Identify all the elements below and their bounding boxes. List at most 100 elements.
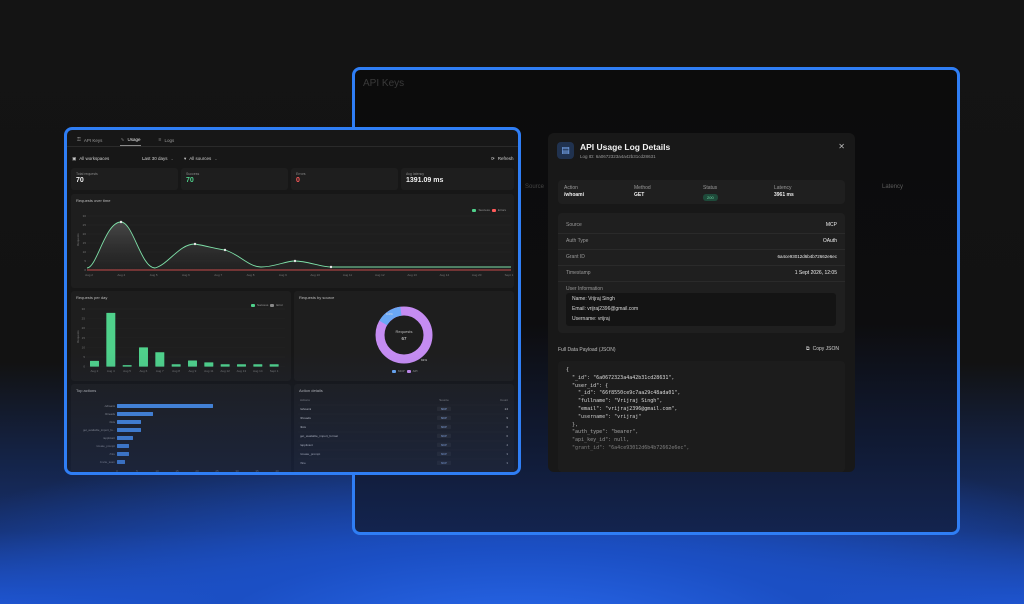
x-tick-label: Aug 5 bbox=[150, 273, 158, 277]
payload-label: Full Data Payload (JSON) bbox=[558, 347, 616, 353]
user-info-title: User Information bbox=[566, 286, 603, 292]
document-icon: ▤ bbox=[557, 142, 574, 159]
x-tick-label: Aug 13 bbox=[407, 273, 417, 277]
copy-icon: ⧉ bbox=[806, 346, 810, 352]
x-tick-label: Aug 12 bbox=[220, 369, 230, 373]
x-tick-label: Aug 13 bbox=[237, 369, 247, 373]
user-username: Username: vrijraj bbox=[572, 316, 610, 322]
action-label: /hire bbox=[110, 452, 116, 456]
y-tick-label: 0 bbox=[84, 268, 86, 272]
x-tick-label: Aug 9 bbox=[279, 273, 287, 277]
success-area bbox=[87, 222, 511, 270]
x-tick-label: Aug 6 bbox=[182, 273, 190, 277]
point-1 bbox=[119, 220, 123, 224]
x-tick-label: Aug 4 bbox=[107, 369, 115, 373]
requests-per-day-card: Requests per day Success Error Requests … bbox=[71, 291, 291, 381]
table-cell-source: MCP bbox=[441, 443, 447, 447]
y-tick-label: 20 bbox=[82, 326, 86, 330]
stat-card-success: Success 70 bbox=[181, 168, 288, 190]
slice-label-mcp: 9.0% bbox=[386, 312, 393, 316]
table-cell-action: /lists bbox=[300, 425, 307, 429]
tabs-divider bbox=[67, 146, 518, 147]
chevron-down-icon: ⌄ bbox=[214, 156, 218, 161]
x-tick-label: Aug 5 bbox=[123, 369, 131, 373]
table-header: Actions bbox=[300, 398, 310, 402]
chevron-down-icon: ⌄ bbox=[170, 156, 174, 161]
y-tick-label: 30 bbox=[82, 307, 86, 311]
point-2 bbox=[193, 242, 197, 246]
table-cell-count: 3 bbox=[506, 461, 508, 465]
period-filter[interactable]: Last 30 days ⌄ bbox=[142, 154, 174, 163]
table-cell-count: 3 bbox=[506, 452, 508, 456]
action-details-card: Action details Actions Source Count/whoami… bbox=[294, 384, 514, 472]
y-tick-label: 5 bbox=[84, 259, 86, 263]
action-label: /threads bbox=[105, 412, 116, 416]
row-divider bbox=[558, 249, 845, 250]
sources-filter[interactable]: ▾ All sources ⌄ bbox=[184, 154, 218, 163]
y-tick-label: 5 bbox=[83, 355, 85, 359]
y-tick-label: 25 bbox=[82, 317, 86, 321]
x-tick-label: 5 bbox=[136, 469, 138, 473]
user-email: Email: vrijraj2396@gmail.com bbox=[572, 306, 639, 312]
bar-9 bbox=[220, 364, 230, 367]
bar-1 bbox=[90, 360, 99, 367]
table-cell-source: MCP bbox=[441, 434, 447, 438]
copy-json-button[interactable]: ⧉ Copy JSON bbox=[806, 346, 839, 352]
x-tick-label: Sept 1 bbox=[270, 369, 279, 373]
point-5 bbox=[329, 265, 333, 269]
tab-usage[interactable]: ∿ Usage bbox=[120, 134, 141, 146]
bar-6 bbox=[171, 364, 181, 367]
close-icon[interactable]: ✕ bbox=[838, 142, 845, 151]
action-bar-2 bbox=[117, 412, 153, 416]
table-cell-action: get_available_import_format bbox=[300, 434, 338, 438]
table-cell-count: 24 bbox=[505, 407, 509, 411]
point-4 bbox=[293, 259, 297, 263]
stat-card-total: Total requests 70 bbox=[71, 168, 178, 190]
y-tick-label: 15 bbox=[83, 241, 87, 245]
json-payload-viewer[interactable]: { "_id": "6a0672323a4a42b31cd28631", "us… bbox=[558, 361, 845, 472]
summary-box: Action /whoami Method GET Status 200 Lat… bbox=[558, 180, 845, 204]
method-value: GET bbox=[634, 192, 645, 198]
legend-swatch-mcp bbox=[392, 369, 396, 373]
workspace-filter[interactable]: ▣ All workspaces ⌄ bbox=[72, 154, 146, 163]
y-tick-label: 15 bbox=[82, 336, 86, 340]
filter-icon: ▾ bbox=[184, 155, 187, 161]
slice-label-api: 91% bbox=[421, 358, 427, 362]
workspace-icon: ▣ bbox=[72, 155, 77, 161]
table-cell-source: MCP bbox=[441, 425, 447, 429]
top-actions-card: Top actions /whoami/threads/lists get_ava… bbox=[71, 384, 291, 473]
y-tick-label: 10 bbox=[82, 345, 86, 349]
bar-11 bbox=[253, 364, 263, 367]
x-tick-label: 10 bbox=[155, 469, 159, 473]
modal-title: API Usage Log Details bbox=[580, 142, 671, 152]
action-bar-7 bbox=[117, 452, 129, 456]
point-3 bbox=[223, 248, 227, 252]
refresh-button[interactable]: ⟳ Refresh bbox=[491, 154, 514, 163]
requests-over-time-card: Requests over time Success Errors Reques… bbox=[71, 194, 514, 288]
x-tick-label: Aug 2 bbox=[90, 369, 98, 373]
table-cell-action: /threads bbox=[300, 416, 311, 420]
timestamp-value: 1 Sept 2026, 12:05 bbox=[794, 270, 837, 276]
x-tick-label: 25 bbox=[215, 469, 219, 473]
status-badge: 200 bbox=[703, 194, 718, 201]
x-tick-label: Aug 14 bbox=[440, 273, 450, 277]
requests-by-source-chart: Requests 67 9.0% 91% bbox=[375, 306, 433, 364]
x-tick-label: 35 bbox=[255, 469, 259, 473]
action-bar-1 bbox=[117, 404, 213, 408]
donut-center-label: Requests bbox=[396, 329, 413, 334]
x-tick-label: Aug 11 bbox=[204, 369, 214, 373]
action-details-table: Actions Source Count/whoami MCP 24/threads MC… bbox=[298, 398, 510, 465]
x-tick-label: Aug 8 bbox=[172, 369, 180, 373]
bar-10 bbox=[237, 364, 246, 367]
list-icon: ≡ bbox=[158, 137, 162, 143]
table-cell-action: /hire bbox=[300, 461, 306, 465]
refresh-icon: ⟳ bbox=[491, 155, 495, 161]
legend-swatch-api bbox=[406, 369, 411, 373]
row-divider bbox=[558, 265, 845, 266]
y-tick-label: 10 bbox=[83, 250, 87, 254]
auth-value: OAuth bbox=[822, 238, 837, 244]
action-label: /lists bbox=[109, 420, 115, 424]
tab-logs[interactable]: ≡ Logs bbox=[159, 134, 175, 146]
x-tick-label: 20 bbox=[195, 469, 199, 473]
tab-api-keys[interactable]: ⚿ API Keys bbox=[77, 134, 102, 146]
